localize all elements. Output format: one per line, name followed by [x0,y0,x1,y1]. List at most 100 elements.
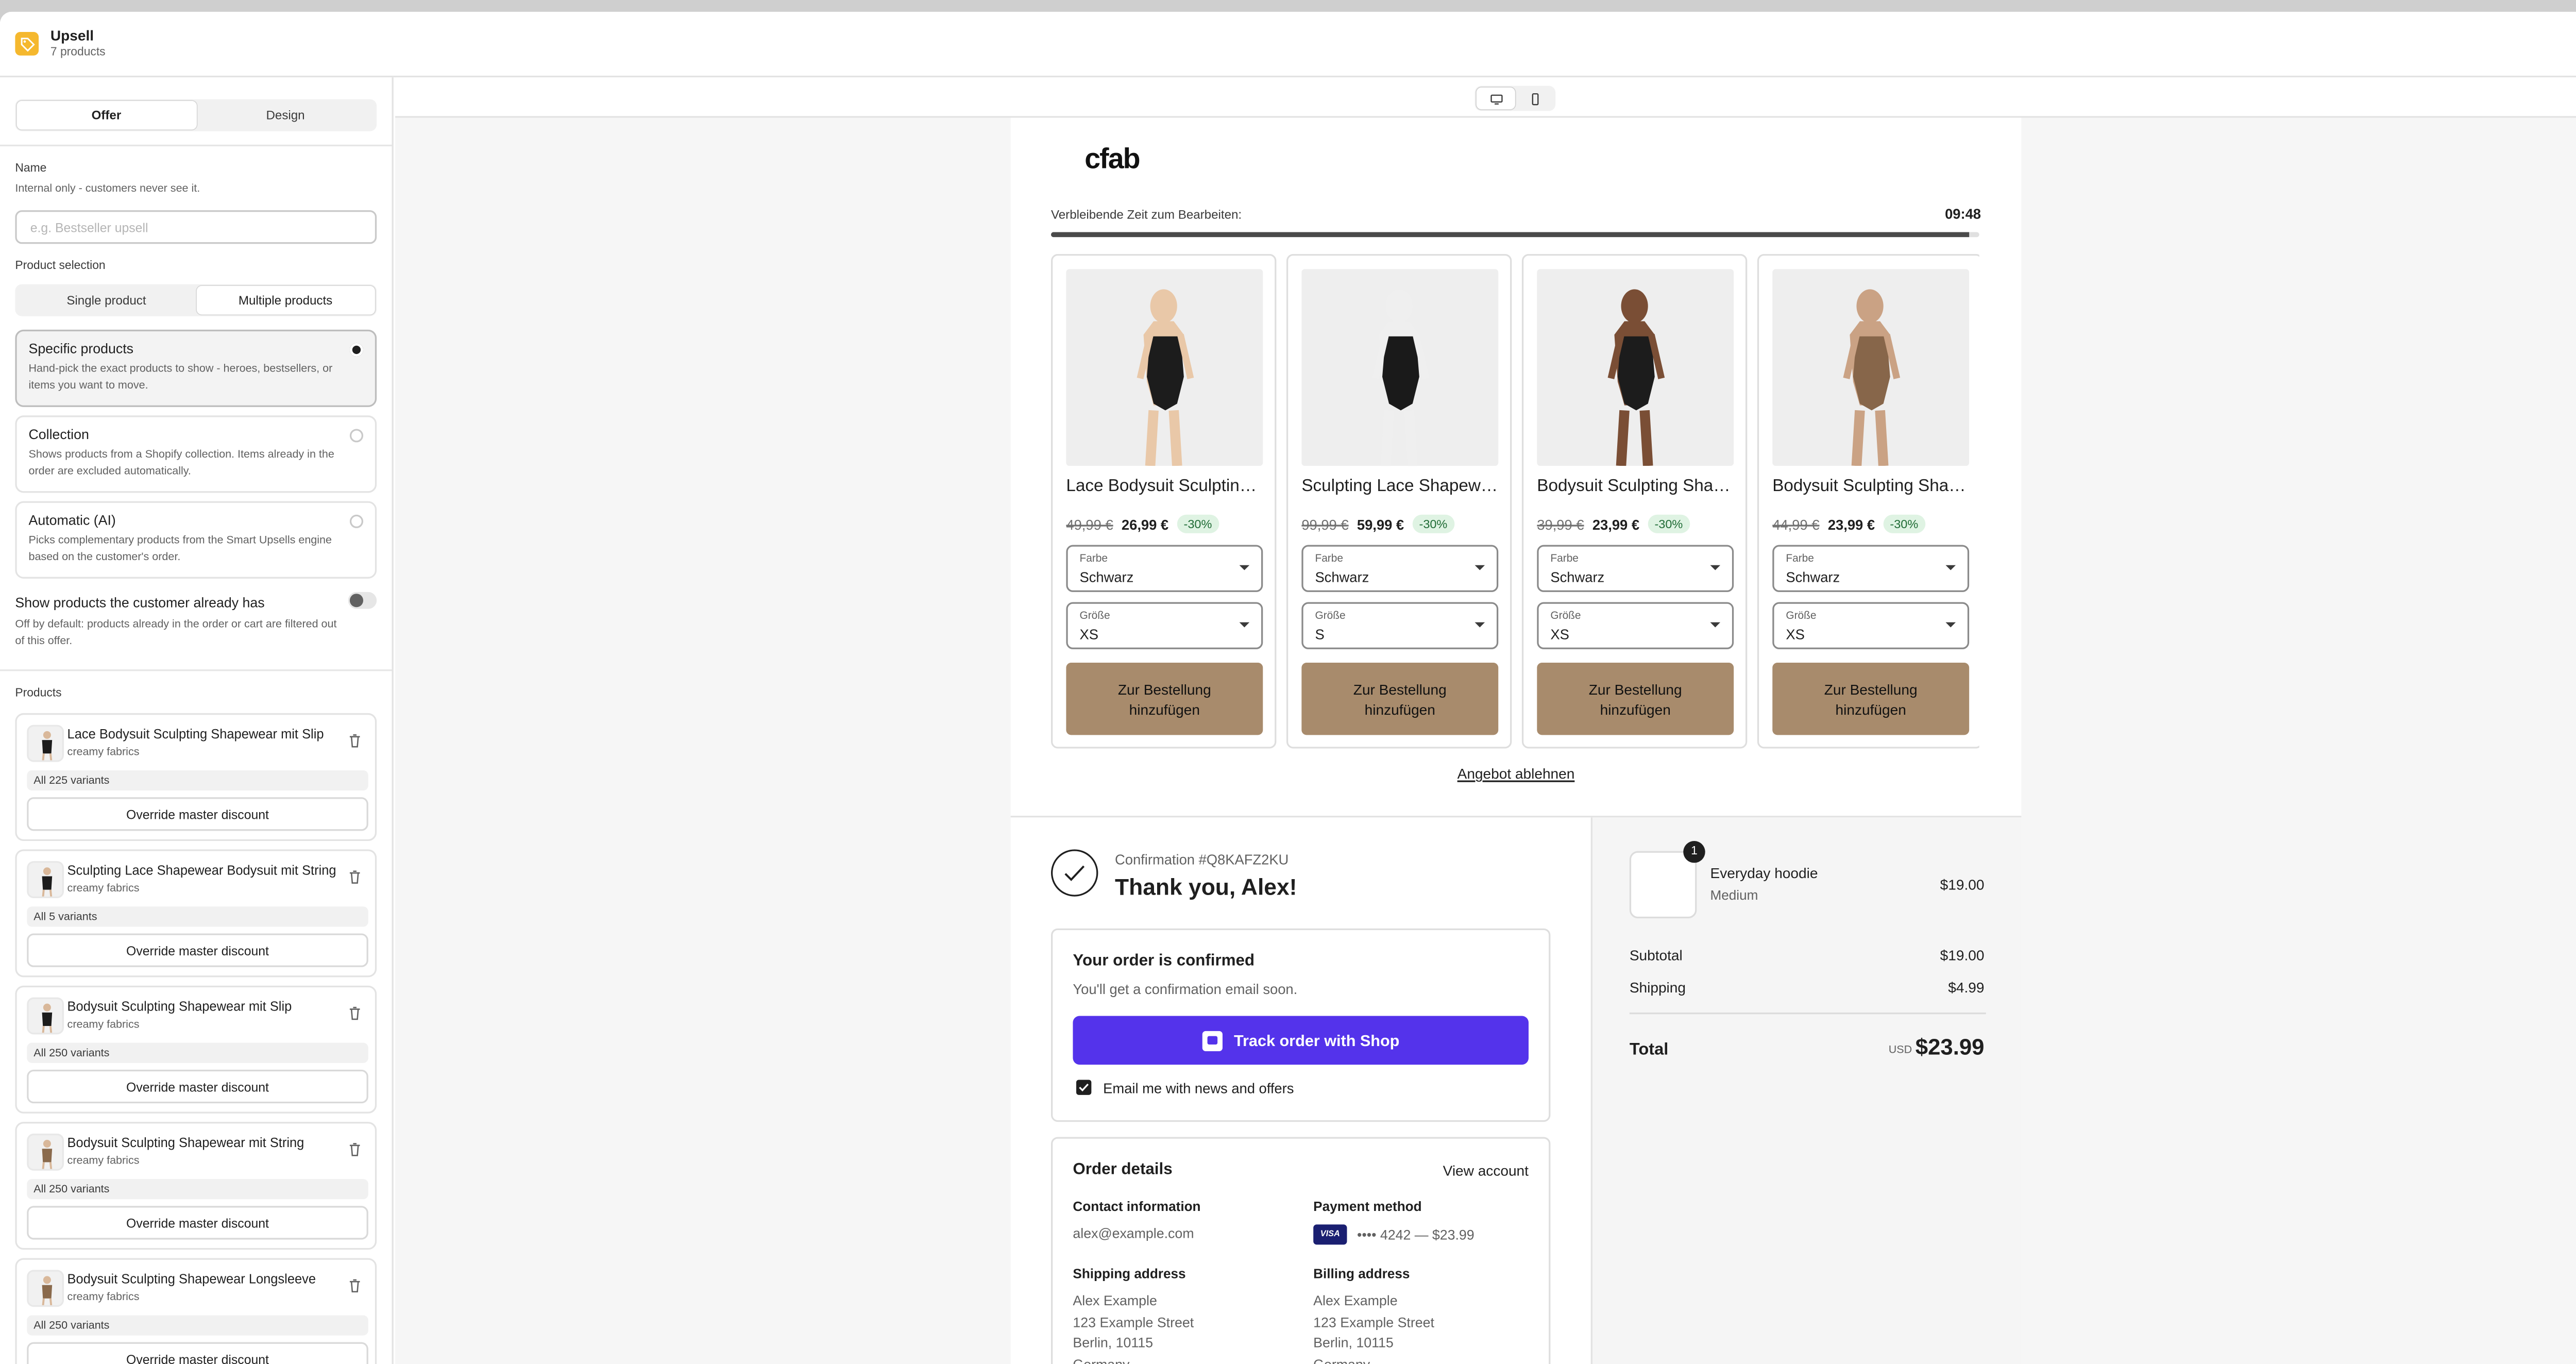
chevron-down-icon [1239,622,1250,628]
color-select[interactable]: Farbe Schwarz [1066,545,1263,592]
override-discount-button[interactable]: Override master discount [27,1206,368,1240]
original-price: 99,99 € [1301,515,1349,533]
option-collection[interactable]: Collection Shows products from a Shopify… [15,415,377,493]
product-image [1301,269,1499,466]
sale-price: 26,99 € [1121,515,1169,533]
variants-badge: All 250 variants [27,1179,368,1200]
chevron-down-icon [1945,565,1956,570]
radio-collection[interactable] [349,429,364,443]
override-discount-button[interactable]: Override master discount [27,933,368,967]
tab-design[interactable]: Design [196,101,375,129]
product-card: Lace Bodysuit Sculpting Shapewear mit Sl… [15,713,377,841]
variants-badge: All 250 variants [27,1315,368,1336]
item-thumbnail [1629,851,1697,919]
product-image [1066,269,1263,466]
size-select[interactable]: Größe XS [1537,602,1734,649]
chevron-down-icon [1710,622,1721,628]
thank-you-heading: Thank you, Alex! [1115,874,1297,900]
product-title: Lace Bodysuit Sculpting Shapewear [1066,477,1265,496]
color-select[interactable]: Farbe Schwarz [1772,545,1970,592]
product-card: Sculpting Lace Shapewear Bodysuit mit St… [15,849,377,978]
view-account-link[interactable]: View account [1443,1162,1529,1179]
price-row: 44,99 € 23,99 € -30% [1772,514,1925,533]
email-opt-checkbox[interactable] [1076,1080,1092,1095]
price-row: 49,99 € 26,99 € -30% [1066,514,1219,533]
preview-toolbar [395,77,2576,118]
trash-icon[interactable] [348,1006,362,1021]
sidebar-tabs: Offer Design [15,99,377,131]
product-thumbnail [27,1133,64,1171]
mobile-icon[interactable] [1515,88,1554,109]
desktop-icon[interactable] [1476,87,1515,110]
price-row: 99,99 € 59,99 € -30% [1301,514,1454,533]
color-select[interactable]: Farbe Schwarz [1301,545,1499,592]
radio-specific-products[interactable] [349,343,364,357]
color-select[interactable]: Farbe Schwarz [1537,545,1734,592]
single-product-option[interactable]: Single product [17,286,196,314]
show-owned-toggle[interactable] [348,592,377,609]
option-automatic-ai[interactable]: Automatic (AI) Picks complementary produ… [15,501,377,579]
divider [0,144,392,146]
add-to-order-button[interactable]: Zur Bestellung hinzufügen [1301,663,1499,735]
override-discount-button[interactable]: Override master discount [27,1069,368,1104]
chevron-down-icon [1945,622,1956,628]
visa-icon: VISA [1313,1224,1347,1245]
sale-price: 23,99 € [1592,515,1640,533]
trash-icon[interactable] [348,1278,362,1293]
preview-area: cfab Verbleibende Zeit zum Bearbeiten: 0… [395,77,2576,1364]
product-image [1537,269,1734,466]
product-vendor: creamy fabrics [67,883,140,895]
option-specific-products[interactable]: Specific products Hand-pick the exact pr… [15,329,377,407]
size-select[interactable]: Größe XS [1066,602,1263,649]
selection-mode-toggle: Single product Multiple products [15,284,377,316]
variants-badge: All 225 variants [27,770,368,791]
quantity-badge: 1 [1683,841,1705,863]
product-card: Bodysuit Sculpting Shapewear Longsleeve c… [15,1258,377,1364]
product-selection-label: Product selection [15,260,106,273]
subtotal-value: $19.00 [1940,947,1985,964]
upsell-product-card: Bodysuit Sculpting Shapewear mit Slip 39,… [1521,254,1748,749]
upsell-product-card: Bodysuit Sculpting Shapewear mit String 4… [1757,254,1979,749]
chevron-down-icon [1475,565,1485,570]
currency-code: USD [1888,1044,1912,1056]
override-discount-button[interactable]: Override master discount [27,797,368,831]
chevron-down-icon [1475,622,1485,628]
add-to-order-button[interactable]: Zur Bestellung hinzufügen [1537,663,1734,735]
product-thumbnail [27,861,64,898]
product-vendor: creamy fabrics [67,1019,140,1031]
size-select[interactable]: Größe XS [1772,602,1970,649]
original-price: 49,99 € [1066,515,1113,533]
tab-offer[interactable]: Offer [16,100,196,130]
settings-sidebar: Offer Design Name Internal only - custom… [0,77,394,1364]
product-thumbnail [27,725,64,762]
name-hint: Internal only - customers never see it. [15,183,200,195]
upsell-product-card: Sculpting Lace Shapewear Bodysuit 99,99 €… [1286,254,1512,749]
payment-value: •••• 4242 — $23.99 [1357,1227,1475,1243]
name-input[interactable]: e.g. Bestseller upsell [15,210,377,244]
track-order-button[interactable]: Track order with Shop [1073,1016,1529,1065]
trash-icon[interactable] [348,1142,362,1157]
product-title: Bodysuit Sculpting Shapewear mit Slip [1537,477,1735,496]
item-price: $19.00 [1940,876,1985,894]
email-opt-label: Email me with news and offers [1103,1080,1294,1097]
shop-bag-icon [1201,1030,1223,1051]
radio-automatic-ai[interactable] [349,514,364,528]
name-label: Name [15,163,47,175]
trash-icon[interactable] [348,869,362,884]
size-select[interactable]: Größe S [1301,602,1499,649]
discount-badge: -30% [1648,514,1690,533]
order-details-box: Order details View account Contact infor… [1051,1137,1551,1364]
modal-title: Upsell [50,27,94,44]
timer-value: 09:48 [1945,205,1981,222]
decline-offer-link[interactable]: Angebot ablehnen [1011,765,2022,782]
modal-subtitle: 7 products [50,47,106,59]
multiple-products-option[interactable]: Multiple products [196,285,375,315]
thank-you-page-preview: cfab Verbleibende Zeit zum Bearbeiten: 0… [1010,117,2022,1364]
add-to-order-button[interactable]: Zur Bestellung hinzufügen [1772,663,1970,735]
order-confirmed-box: Your order is confirmed You'll get a con… [1051,928,1551,1122]
variants-badge: All 5 variants [27,906,368,927]
add-to-order-button[interactable]: Zur Bestellung hinzufügen [1066,663,1263,735]
trash-icon[interactable] [348,733,362,748]
override-discount-button[interactable]: Override master discount [27,1342,368,1364]
discount-badge: -30% [1883,514,1925,533]
